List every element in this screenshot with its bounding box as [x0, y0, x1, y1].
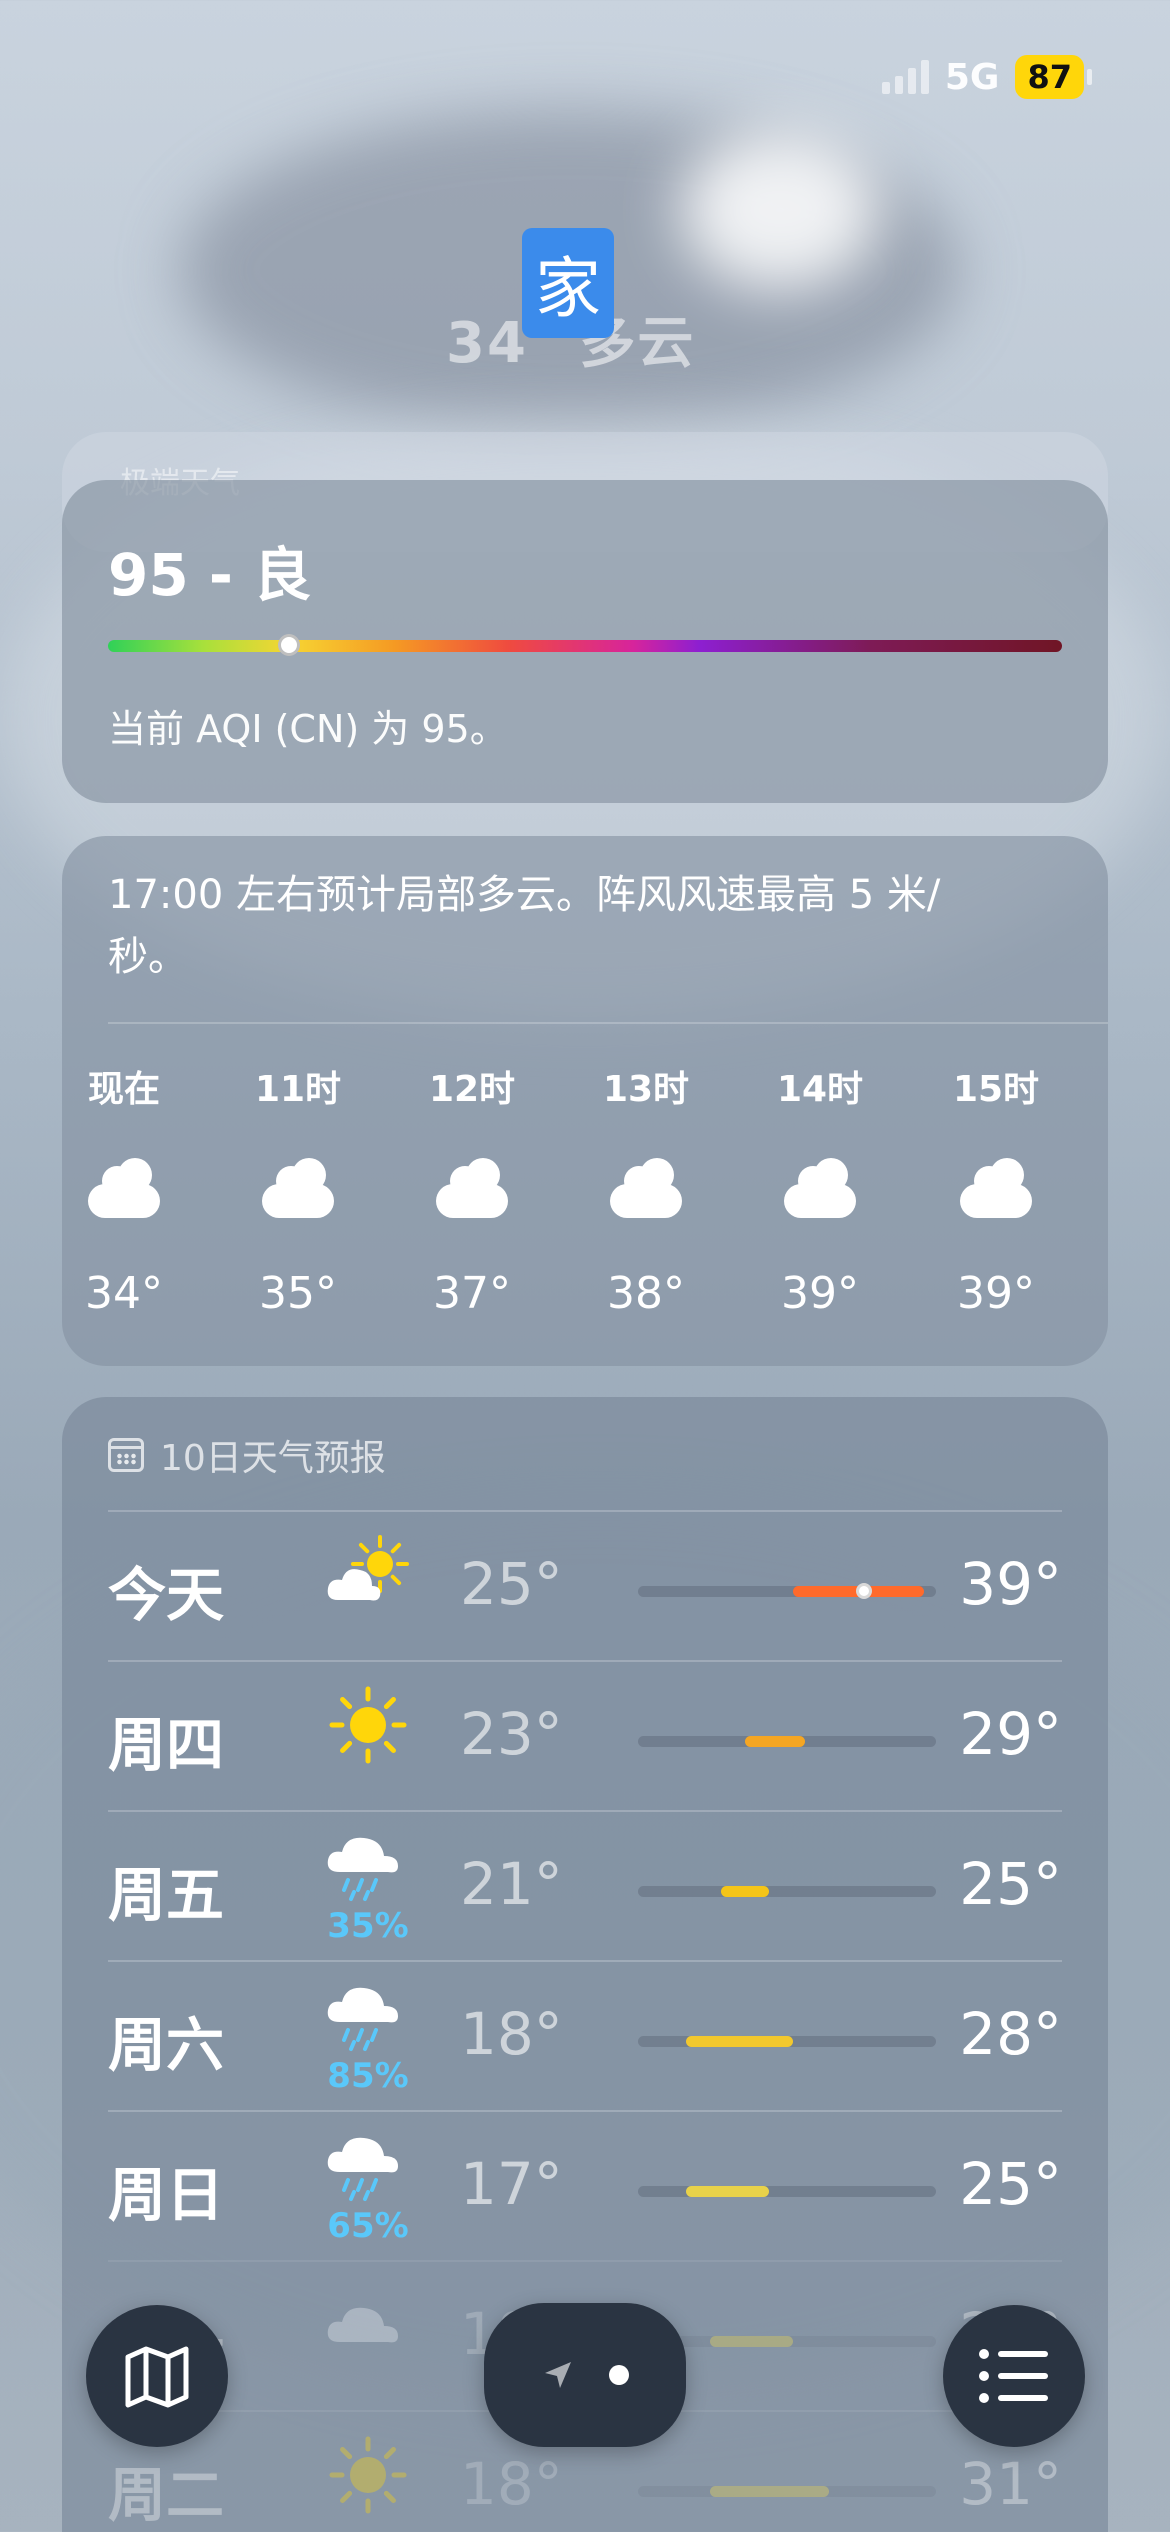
hour-time: 14时: [776, 1069, 864, 1110]
battery-icon: 87: [1015, 55, 1092, 99]
calendar-icon: [108, 1438, 144, 1472]
hour-item: 现在 34°: [54, 1060, 194, 1319]
cloud-icon: [84, 1158, 164, 1220]
temp-range-fill: [685, 2036, 793, 2047]
temp-range-fill: [709, 2486, 829, 2497]
temp-range-bar: [638, 2486, 936, 2497]
hour-item: 12时 37°: [402, 1060, 542, 1319]
hourly-summary: 17:00 左右预计局部多云。阵风风速最高 5 米/秒。: [108, 872, 941, 980]
hour-temp: 39°: [957, 1268, 1035, 1319]
location-name-badge: 家: [522, 228, 614, 338]
air-quality-card[interactable]: 95 - 良 当前 AQI (CN) 为 95。: [62, 480, 1108, 803]
map-icon: [125, 2346, 189, 2408]
divider: [108, 1960, 1062, 1962]
city-list-button[interactable]: [943, 2305, 1085, 2447]
temp-range-bar: [638, 1736, 936, 1747]
day-label: 今天: [108, 1561, 225, 1629]
location-arrow-icon: [545, 2362, 571, 2388]
temp-range-fill: [709, 2336, 793, 2347]
cloud-icon: [318, 2280, 418, 2390]
aqi-title: 95 - 良: [108, 541, 312, 609]
rain-icon: 35%: [318, 1830, 418, 1946]
sun-icon: [318, 2430, 418, 2532]
aqi-description: 当前 AQI (CN) 为 95。: [108, 707, 508, 751]
low-temp: 21°: [460, 1850, 563, 1918]
hour-temp: 34°: [85, 1268, 163, 1319]
low-temp: 23°: [460, 1700, 563, 1768]
temp-range-fill: [745, 1736, 805, 1747]
temp-range-fill: [721, 1886, 770, 1897]
hour-item: 13时 38°: [576, 1060, 716, 1319]
cloud-icon: [606, 1158, 686, 1220]
page-indicator-dot: [609, 2365, 629, 2385]
temp-range-bar: [638, 1886, 936, 1897]
divider: [108, 1022, 1108, 1024]
forecast-row[interactable]: 周五 35% 21° 25°: [108, 1810, 1062, 1960]
low-temp: 18°: [460, 2450, 563, 2518]
battery-level: 87: [1015, 55, 1084, 99]
forecast-row[interactable]: 周四 23° 29°: [108, 1660, 1062, 1810]
high-temp: 28°: [959, 2000, 1062, 2068]
list-icon: [979, 2349, 1048, 2403]
divider: [108, 1510, 1062, 1512]
network-type: 5G: [944, 56, 1000, 98]
forecast-row[interactable]: 周日 65% 17° 25°: [108, 2110, 1062, 2260]
hour-time: 12时: [428, 1069, 516, 1110]
low-temp: 18°: [460, 2000, 563, 2068]
signal-icon: [881, 60, 929, 94]
hour-time: 15时: [952, 1069, 1040, 1110]
day-label: 周二: [108, 2461, 225, 2529]
cloud-icon: [956, 1158, 1036, 1220]
hour-temp: 38°: [607, 1268, 685, 1319]
cloud-icon: [258, 1158, 338, 1220]
low-temp: 17°: [460, 2150, 563, 2218]
high-temp: 31°: [959, 2450, 1062, 2518]
hour-temp: 37°: [433, 1268, 511, 1319]
rain-icon: 85%: [318, 1980, 418, 2096]
hourly-forecast-card[interactable]: 17:00 左右预计局部多云。阵风风速最高 5 米/秒。 现在 34° 11时 35°…: [62, 836, 1108, 1366]
map-button[interactable]: [86, 2305, 228, 2447]
low-temp: 25°: [460, 1550, 563, 1618]
hour-item: 14时 39°: [750, 1060, 890, 1319]
temp-range-fill: [685, 2186, 770, 2197]
forecast-row[interactable]: 今天 25° 39°: [108, 1510, 1062, 1660]
status-bar: 5G 87: [881, 52, 1092, 102]
day-label: 周日: [108, 2161, 225, 2229]
temp-range-bar: [638, 2036, 936, 2047]
high-temp: 25°: [959, 2150, 1062, 2218]
aqi-scale-bar: [108, 640, 1062, 652]
hour-item: 15时 39°: [926, 1060, 1066, 1319]
temp-range-bar: [638, 2186, 936, 2197]
cloud-icon: [780, 1158, 860, 1220]
cloud-icon: [432, 1158, 512, 1220]
location-pager-button[interactable]: [484, 2303, 686, 2447]
precip-chance: 35%: [327, 1906, 409, 1946]
day-label: 周六: [108, 2011, 225, 2079]
hour-time: 11时: [254, 1069, 342, 1110]
hour-time: 现在: [87, 1069, 160, 1110]
precip-chance: 85%: [327, 2056, 409, 2096]
high-temp: 39°: [959, 1550, 1062, 1618]
forecast-title: 10日天气预报: [160, 1438, 386, 1479]
divider: [108, 1810, 1062, 1812]
hour-temp: 39°: [781, 1268, 859, 1319]
hour-time: 13时: [602, 1069, 690, 1110]
forecast-row[interactable]: 周六 85% 18° 28°: [108, 1960, 1062, 2110]
divider: [108, 2260, 1062, 2262]
divider: [108, 1660, 1062, 1662]
temp-range-bar: [638, 1583, 936, 1599]
rain-icon: 65%: [318, 2130, 418, 2246]
hour-item: 11时 35°: [228, 1060, 368, 1319]
forecast-header: 10日天气预报: [108, 1429, 386, 1481]
aqi-indicator: [278, 634, 301, 656]
high-temp: 29°: [959, 1700, 1062, 1768]
partly-sunny-icon: [318, 1530, 418, 1640]
hour-temp: 35°: [259, 1268, 337, 1319]
divider: [108, 2110, 1062, 2112]
day-label: 周四: [108, 1711, 225, 1779]
precip-chance: 65%: [327, 2206, 409, 2246]
sun-icon: [318, 1680, 418, 1790]
high-temp: 25°: [959, 1850, 1062, 1918]
day-label: 周五: [108, 1861, 225, 1929]
